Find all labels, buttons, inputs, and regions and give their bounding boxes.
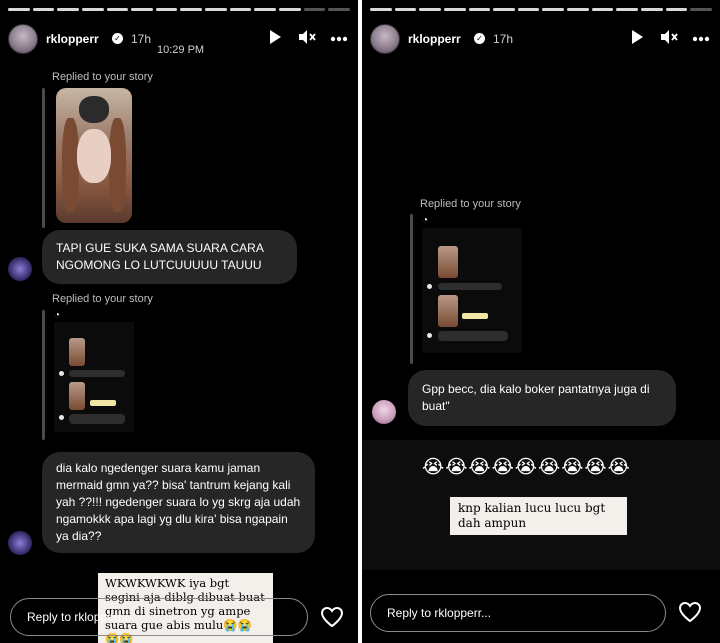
reply-input[interactable]: Reply to rklopperr... bbox=[10, 598, 308, 636]
emoji-row: 😭😭😭😭😭😭😭😭😭 bbox=[422, 457, 631, 478]
avatar bbox=[8, 257, 32, 281]
message-bubble: dia kalo ngedenger suara kamu jaman merm… bbox=[42, 452, 315, 553]
play-icon[interactable] bbox=[628, 29, 646, 47]
replied-label: Replied to your story bbox=[52, 71, 153, 83]
story-progress-bar bbox=[370, 8, 712, 11]
mute-icon[interactable] bbox=[298, 29, 316, 47]
more-icon[interactable] bbox=[692, 29, 710, 47]
story-panel-left: rklopperr ✓ 17h 10:29 PM Replied to your… bbox=[0, 0, 358, 643]
reply-quote-line bbox=[410, 214, 413, 364]
story-header: rklopperr ✓ 17h bbox=[370, 24, 710, 56]
reply-quote-line bbox=[42, 310, 45, 440]
screenshot-preview bbox=[54, 322, 134, 432]
replied-label: Replied to your story bbox=[52, 293, 153, 305]
reply-quote-line bbox=[42, 88, 45, 228]
timestamp: 10:29 PM bbox=[157, 44, 205, 56]
verified-icon: ✓ bbox=[112, 33, 123, 44]
message-bubble: Gpp becc, dia kalo boker pantatnya juga … bbox=[408, 370, 676, 426]
time-ago: 17h bbox=[131, 32, 152, 46]
replied-label: Replied to your story bbox=[420, 198, 521, 210]
story-progress-bar bbox=[8, 8, 350, 11]
story-caption: knp kalian lucu lucu bgt dah ampun bbox=[450, 497, 627, 535]
avatar[interactable] bbox=[8, 24, 38, 54]
message-bubble: TAPI GUE SUKA SAMA SUARA CARA NGOMONG LO… bbox=[42, 230, 297, 284]
username[interactable]: rklopperr bbox=[408, 32, 461, 46]
story-controls bbox=[266, 29, 348, 47]
sticker-icon: ◔ bbox=[54, 310, 61, 321]
reply-input[interactable]: Reply to rklopperr... bbox=[370, 594, 666, 632]
more-icon[interactable] bbox=[330, 29, 348, 47]
heart-icon[interactable] bbox=[678, 600, 702, 624]
username[interactable]: rklopperr bbox=[46, 32, 99, 46]
sticker-icon: ◔ bbox=[422, 215, 429, 226]
avatar[interactable] bbox=[370, 24, 400, 54]
screenshot-preview bbox=[422, 228, 522, 353]
mute-icon[interactable] bbox=[660, 29, 678, 47]
story-controls bbox=[628, 29, 710, 47]
story-thumbnail[interactable] bbox=[56, 88, 132, 223]
story-panel-right: rklopperr ✓ 17h Replied to your story ◔ … bbox=[362, 0, 720, 643]
verified-icon: ✓ bbox=[474, 33, 485, 44]
avatar bbox=[8, 531, 32, 555]
play-icon[interactable] bbox=[266, 29, 284, 47]
heart-icon[interactable] bbox=[320, 605, 344, 629]
time-ago: 17h bbox=[493, 32, 514, 46]
avatar bbox=[372, 400, 396, 424]
